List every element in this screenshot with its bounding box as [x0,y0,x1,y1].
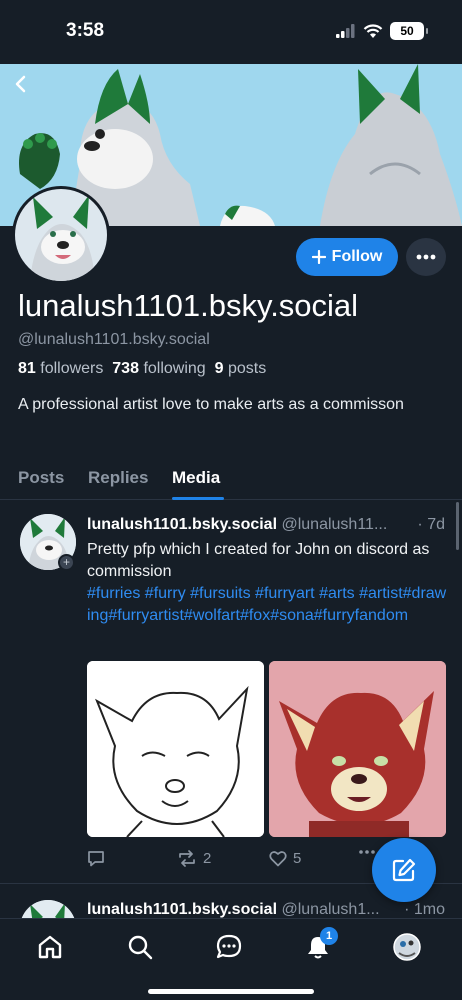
post-author-avatar[interactable] [20,900,76,920]
profile-stats: 81 followers 738 following 9 posts [18,360,266,378]
sketch-artwork [87,661,264,837]
post-author-handle: @lunalush1... [281,901,380,918]
posts-label: posts [227,360,267,377]
home-icon [38,935,62,959]
post-more-button[interactable] [359,850,375,854]
battery-level: 50 [400,24,414,38]
repost-count: 2 [203,850,212,867]
nav-home[interactable] [30,931,70,963]
post-author-name[interactable]: lunalush1101.bsky.social [87,901,277,918]
feed-post[interactable]: + lunalush1101.bsky.social @lunalush11..… [0,502,462,884]
cellular-signal-icon [336,24,355,38]
like-count: 5 [293,850,302,867]
active-tab-indicator [172,497,224,500]
post-image-sketch[interactable] [87,661,264,837]
compose-button[interactable] [372,838,436,902]
status-time: 3:58 [66,20,105,41]
posts-count: 9 [214,360,224,377]
back-button[interactable] [6,70,36,100]
like-button[interactable]: 5 [269,850,301,867]
chat-icon [216,934,242,959]
post-text: Pretty pfp which I created for John on d… [87,541,430,580]
follow-button[interactable]: Follow [296,238,398,276]
post-avatar-artwork [20,900,76,920]
posts-stat: 9 posts [215,360,267,377]
follow-plus-icon[interactable]: + [58,554,75,571]
post-header: lunalush1101.bsky.social @lunalush1... [87,901,447,919]
nav-profile[interactable] [387,931,427,963]
status-icons: 50 [336,22,428,40]
home-indicator [148,989,314,994]
battery-icon: 50 [390,22,428,40]
reply-button[interactable] [87,850,105,867]
profile-bio: A professional artist love to make arts … [18,396,404,413]
profile-avatar[interactable] [12,186,110,284]
post-hashtags[interactable]: #furries #furry #fursuits #furryart #art… [87,583,449,627]
post-timestamp: · 1mo [402,901,445,919]
wifi-icon [363,23,383,38]
compose-icon [392,858,416,882]
follow-label: Follow [331,248,383,265]
plus-icon [311,250,326,264]
ellipsis-icon [416,254,436,260]
profile-display-name: lunalush1101.bsky.social [18,288,359,323]
repost-icon [179,850,195,867]
repost-button[interactable]: 2 [177,850,211,867]
nav-search[interactable] [120,931,160,963]
profile-avatar-icon [393,933,421,961]
post-timestamp: · 7d [415,516,445,534]
profile-handle: @lunalush1101.bsky.social [18,331,210,348]
chevron-left-icon [15,75,26,93]
following-count: 738 [112,360,139,377]
following-link[interactable]: 738 following [112,360,205,377]
tab-replies[interactable]: Replies [88,468,148,488]
bottom-navigation: 1 [0,918,462,1000]
post-image-colored[interactable] [269,661,446,837]
colored-artwork [269,661,446,837]
profile-tabs: Posts Replies Media [0,458,462,500]
avatar-artwork [15,189,107,281]
notification-badge: 1 [320,927,338,945]
nav-notifications[interactable]: 1 [298,927,338,963]
search-icon [128,935,153,960]
followers-count: 81 [18,360,36,377]
post-author-name[interactable]: lunalush1101.bsky.social [87,516,277,533]
followers-label: followers [40,360,104,377]
reply-icon [88,851,104,867]
status-bar: 3:58 50 [0,0,462,64]
followers-link[interactable]: 81 followers [18,360,103,377]
post-author-handle: @lunalush11... [281,516,388,533]
scrollbar[interactable] [456,502,459,550]
following-label: following [143,360,206,377]
more-options-button[interactable] [406,238,446,276]
tab-posts[interactable]: Posts [18,468,64,488]
tab-media[interactable]: Media [172,468,220,488]
post-header: lunalush1101.bsky.social @lunalush11... [87,516,447,534]
ellipsis-icon [359,850,375,854]
nav-chat[interactable] [209,931,249,963]
heart-icon [269,851,287,867]
